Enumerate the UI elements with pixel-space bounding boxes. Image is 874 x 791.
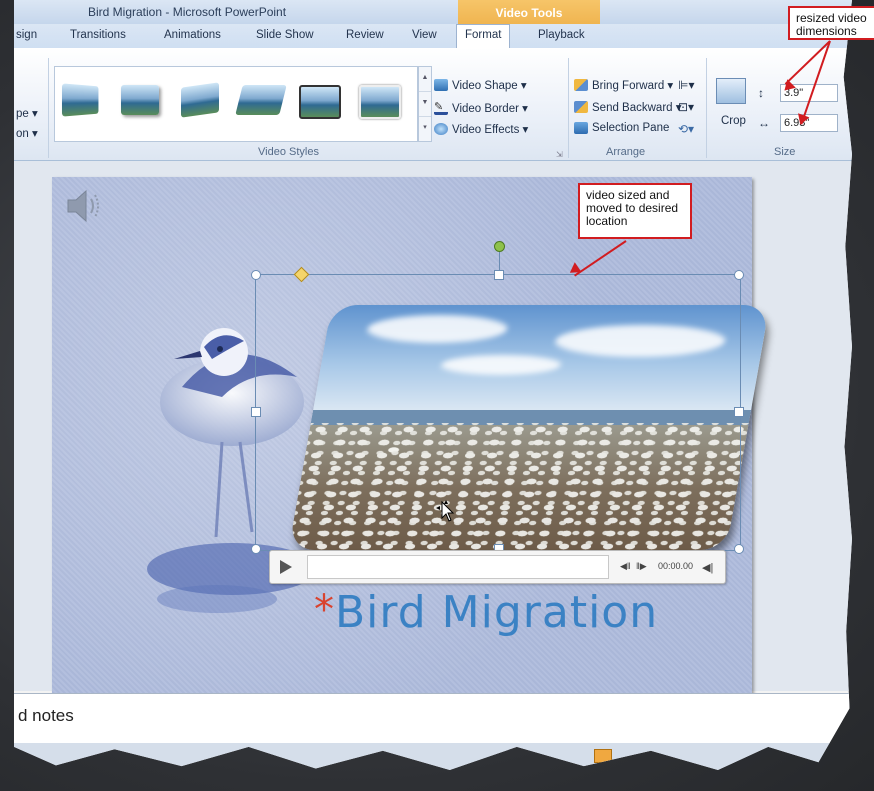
cut-command-1[interactable]: pe ▾: [16, 106, 38, 120]
resize-handle-bl[interactable]: [251, 544, 261, 554]
speaker-icon[interactable]: [64, 185, 106, 227]
size-group-label: Size: [774, 146, 796, 158]
video-border-label: Video Border ▾: [452, 102, 528, 115]
video-effects-label: Video Effects ▾: [452, 124, 529, 136]
slide-pane: ◀‖ ‖▶ 00:00.00 ◀| *Bird Migration: [14, 161, 852, 707]
video-shape-label: Video Shape ▾: [452, 80, 527, 92]
resize-handle-left[interactable]: [251, 407, 261, 417]
video-effects-icon: [434, 123, 448, 135]
tab-format[interactable]: Format: [456, 24, 511, 48]
video-shape-icon: [434, 79, 448, 91]
step-back-icon[interactable]: ◀‖: [620, 561, 631, 572]
divider: [568, 58, 569, 158]
video-style-thumb[interactable]: [235, 85, 287, 115]
rotate-icon[interactable]: ⟲▾: [678, 122, 694, 136]
scroll-up-icon[interactable]: ▲: [419, 67, 431, 92]
video-styles-group-label: Video Styles: [258, 146, 319, 158]
selection-frame[interactable]: [251, 241, 744, 554]
align-icon[interactable]: ⊫▾: [678, 78, 694, 92]
width-icon: ↔: [758, 116, 770, 130]
tab-playback[interactable]: Playback: [538, 29, 585, 41]
bring-forward-label: Bring Forward ▾: [592, 80, 674, 92]
cut-command-2[interactable]: on ▾: [16, 126, 38, 140]
slide[interactable]: ◀‖ ‖▶ 00:00.00 ◀| *Bird Migration: [52, 177, 770, 707]
send-backward-button[interactable]: Send Backward ▾: [574, 100, 682, 114]
crop-icon[interactable]: [716, 78, 746, 104]
video-style-thumb[interactable]: [299, 85, 341, 119]
powerpoint-window: Bird Migration - Microsoft PowerPoint Vi…: [14, 0, 852, 770]
step-forward-icon[interactable]: ‖▶: [636, 561, 647, 572]
gallery-more-icon[interactable]: ▾: [419, 117, 431, 141]
video-style-thumb[interactable]: [121, 85, 159, 115]
resize-handle-br[interactable]: [734, 544, 744, 554]
tab-slide-show[interactable]: Slide Show: [256, 29, 314, 41]
time-display: 00:00.00: [658, 561, 694, 571]
resize-handle-right[interactable]: [734, 407, 744, 417]
rotation-handle[interactable]: [494, 241, 505, 252]
resize-handle-top[interactable]: [494, 270, 504, 280]
adjustment-handle[interactable]: [293, 266, 310, 283]
slide-title-text: Bird Migration: [335, 587, 659, 638]
arrange-group-label: Arrange: [606, 146, 646, 158]
notes-placeholder: d notes: [18, 706, 74, 725]
video-style-thumb[interactable]: [61, 83, 99, 117]
volume-icon[interactable]: ◀|: [702, 561, 713, 574]
bring-forward-icon: [574, 79, 588, 91]
selection-pane-button[interactable]: Selection Pane: [574, 122, 669, 134]
resize-handle-tl[interactable]: [251, 270, 261, 280]
callout-location: video sized and moved to desired locatio…: [578, 183, 692, 239]
selection-pane-label: Selection Pane: [592, 122, 670, 134]
title-asterisk: *: [314, 587, 335, 633]
gallery-scroll[interactable]: ▲ ▼ ▾: [418, 66, 432, 142]
tab-review[interactable]: Review: [346, 29, 384, 41]
move-cursor-icon: [436, 500, 455, 522]
send-backward-label: Send Backward ▾: [592, 102, 682, 114]
tab-view[interactable]: View: [412, 29, 437, 41]
window-title: Bird Migration - Microsoft PowerPoint: [88, 5, 287, 19]
video-effects-button[interactable]: Video Effects ▾: [434, 122, 528, 136]
divider: [706, 58, 707, 158]
video-tools-label: Video Tools: [495, 6, 563, 20]
video-style-thumb[interactable]: [181, 82, 219, 118]
video-border-button[interactable]: ✎ Video Border ▾: [434, 100, 528, 115]
callout-dimensions: resized video dimensions: [788, 6, 874, 40]
pencil-icon: ✎: [434, 100, 448, 115]
title-bar: Bird Migration - Microsoft PowerPoint: [14, 0, 852, 24]
notes-pane[interactable]: d notes: [14, 693, 852, 744]
send-backward-icon: [574, 101, 588, 113]
video-player-bar: ◀‖ ‖▶ 00:00.00 ◀|: [269, 550, 726, 584]
tab-transitions[interactable]: Transitions: [70, 29, 126, 41]
divider: [48, 58, 49, 158]
crop-label[interactable]: Crop: [721, 115, 746, 127]
ribbon-tabs: sign Transitions Animations Slide Show R…: [14, 24, 852, 48]
bring-forward-button[interactable]: Bring Forward ▾: [574, 78, 673, 92]
tab-design[interactable]: sign: [16, 29, 37, 41]
resize-handle-tr[interactable]: [734, 270, 744, 280]
slide-title[interactable]: *Bird Migration: [314, 587, 658, 638]
play-icon[interactable]: [280, 560, 292, 574]
tab-animations[interactable]: Animations: [164, 29, 221, 41]
height-icon: ↕: [758, 86, 764, 100]
video-style-thumb[interactable]: [359, 85, 401, 119]
video-styles-gallery[interactable]: [54, 66, 418, 142]
scroll-down-icon[interactable]: ▼: [419, 92, 431, 117]
selection-pane-icon: [574, 122, 588, 134]
seek-bar[interactable]: [307, 555, 609, 579]
group-icon[interactable]: ⊡▾: [678, 100, 694, 114]
video-shape-button[interactable]: Video Shape ▾: [434, 78, 527, 92]
dialog-launcher-icon[interactable]: ⇲: [556, 150, 563, 159]
